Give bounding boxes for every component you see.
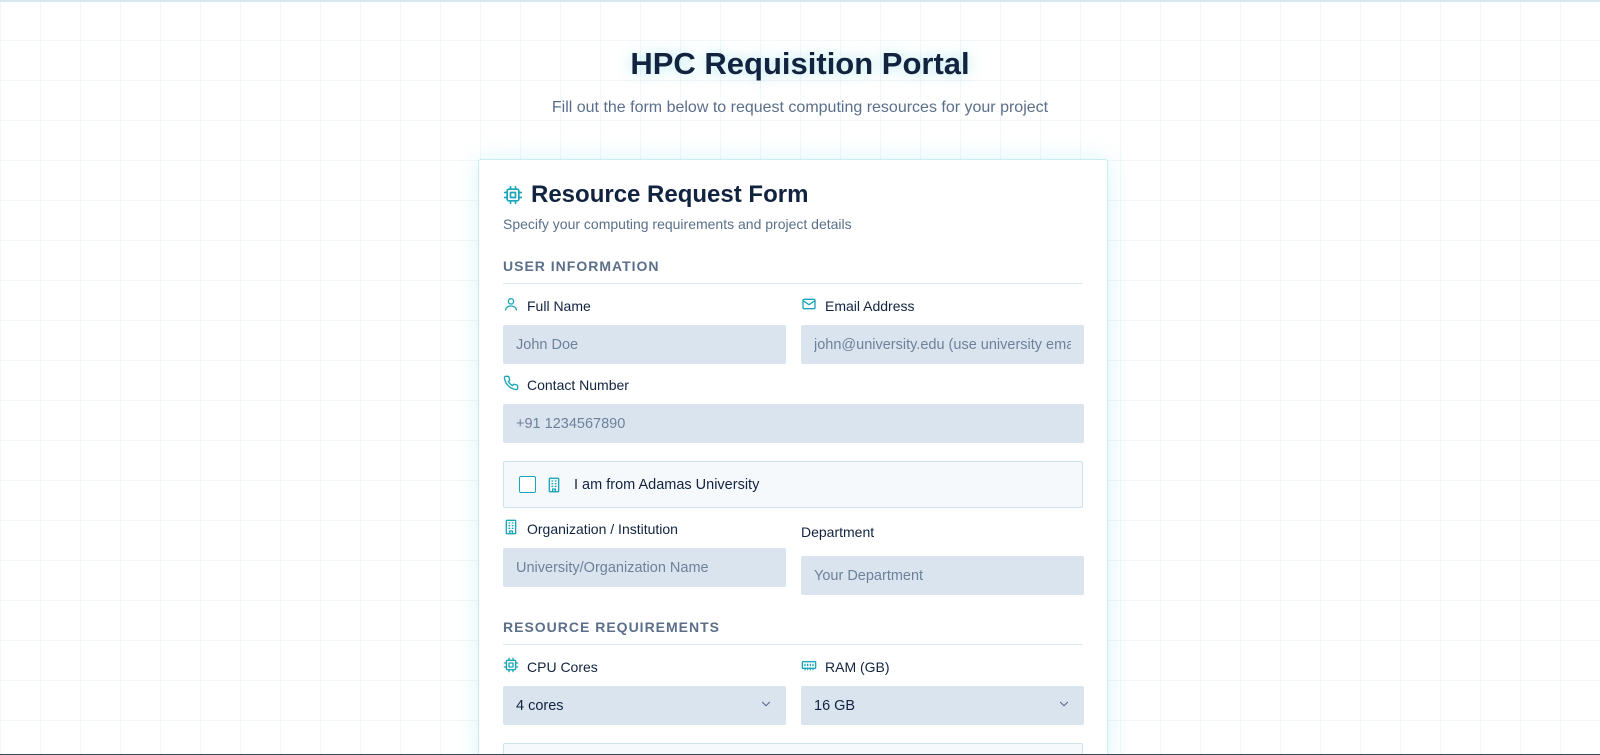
cpu-cores-value: 4 cores — [516, 697, 564, 714]
contact-number-input[interactable] — [503, 404, 1084, 443]
section-heading-user-information: USER INFORMATION — [503, 258, 660, 274]
adamas-university-option[interactable]: I am from Adamas University — [503, 461, 1083, 508]
building-icon — [503, 519, 519, 538]
email-label: Email Address — [801, 296, 914, 315]
full-name-input[interactable] — [503, 325, 786, 364]
chevron-down-icon — [759, 697, 773, 715]
ram-label: RAM (GB) — [801, 657, 890, 676]
full-name-label: Full Name — [503, 296, 591, 315]
cpu-icon — [503, 657, 519, 676]
phone-icon — [503, 375, 519, 394]
chevron-down-icon — [1057, 697, 1071, 715]
user-icon — [503, 296, 519, 315]
department-input[interactable] — [801, 556, 1084, 595]
section-divider — [503, 644, 1083, 645]
ram-select[interactable]: 16 GB — [801, 686, 1084, 725]
cpu-cores-select[interactable]: 4 cores — [503, 686, 786, 725]
adamas-university-label: I am from Adamas University — [574, 476, 760, 493]
top-border — [0, 0, 1600, 2]
cpu-icon — [503, 185, 523, 205]
section-divider — [503, 283, 1083, 284]
page-title: HPC Requisition Portal — [630, 46, 970, 81]
organization-input[interactable] — [503, 548, 786, 587]
memory-icon — [801, 657, 817, 676]
mail-icon — [801, 296, 817, 315]
section-heading-resource-requirements: RESOURCE REQUIREMENTS — [503, 619, 721, 635]
resource-request-card: Resource Request Form Specify your compu… — [478, 159, 1108, 755]
form-title: Resource Request Form — [531, 181, 809, 208]
organization-label: Organization / Institution — [503, 519, 678, 538]
email-input[interactable] — [801, 325, 1084, 364]
cpu-cores-label: CPU Cores — [503, 657, 598, 676]
ram-value: 16 GB — [814, 697, 856, 714]
contact-label: Contact Number — [503, 375, 629, 394]
department-label: Department — [801, 524, 875, 540]
building-icon — [546, 477, 562, 493]
form-description: Specify your computing requirements and … — [503, 216, 852, 232]
page-subtitle: Fill out the form below to request compu… — [551, 99, 1049, 116]
adamas-university-checkbox[interactable] — [519, 476, 536, 493]
